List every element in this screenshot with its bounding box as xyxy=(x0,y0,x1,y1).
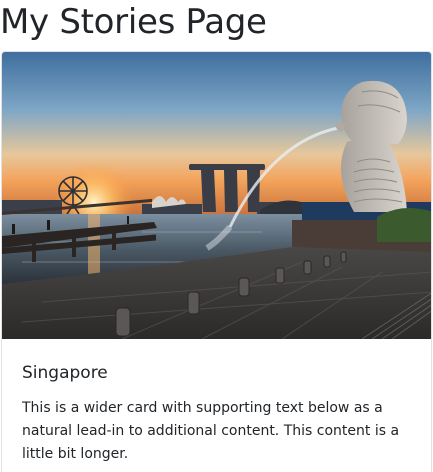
page-title: My Stories Page xyxy=(0,2,267,42)
card-image xyxy=(2,52,431,339)
card-title: Singapore xyxy=(22,363,108,383)
card-text: This is a wider card with supporting tex… xyxy=(22,400,400,462)
story-card: Singapore This is a wider card with supp… xyxy=(1,51,432,472)
